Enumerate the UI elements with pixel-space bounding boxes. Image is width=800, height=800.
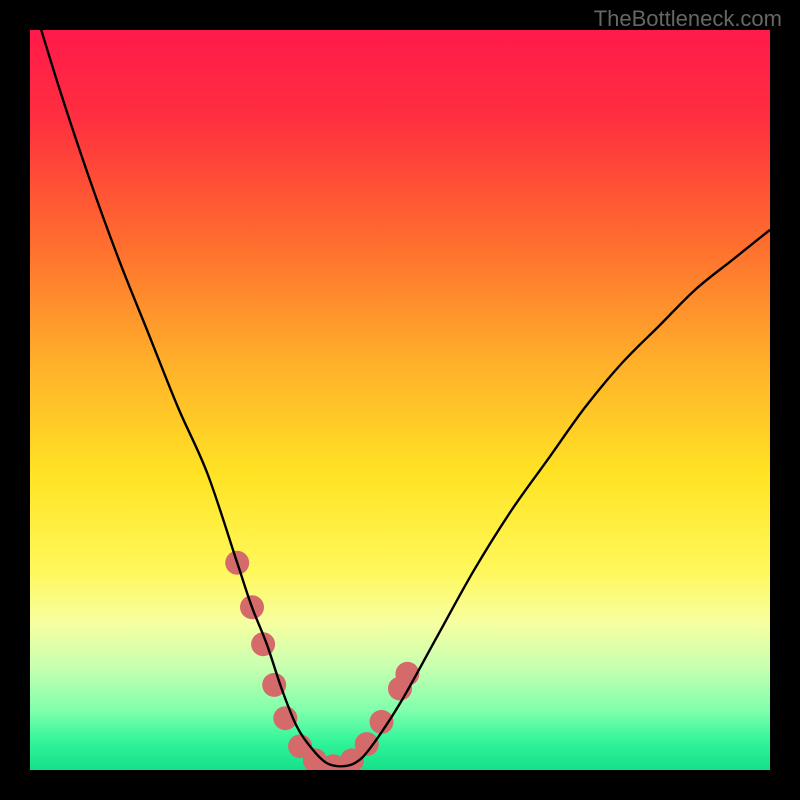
chart-plot-area xyxy=(30,30,770,770)
watermark-label: TheBottleneck.com xyxy=(594,6,782,32)
bottleneck-curve-path xyxy=(30,30,770,766)
chart-curve xyxy=(30,30,770,770)
